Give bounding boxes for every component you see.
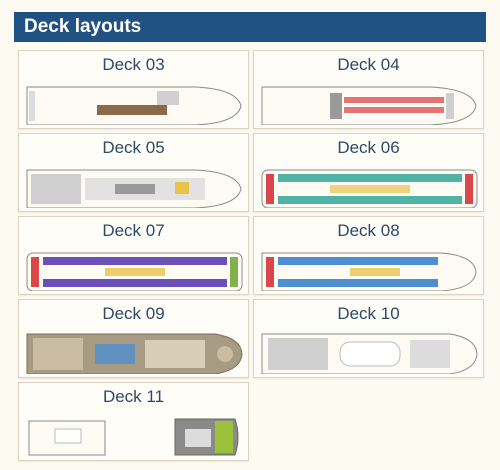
deck-label: Deck 07 xyxy=(102,221,165,240)
deck-10-plan xyxy=(261,333,478,374)
deck-10-card[interactable]: Deck 10 xyxy=(253,299,484,378)
deck-08-card[interactable]: Deck 08 xyxy=(253,216,484,295)
deck-04-plan xyxy=(261,86,477,125)
deck-label: Deck 09 xyxy=(102,304,165,323)
section-header: Deck layouts xyxy=(14,12,486,42)
deck-04-card[interactable]: Deck 04 xyxy=(253,50,484,129)
deck-06-plan xyxy=(261,169,478,208)
deck-label: Deck 11 xyxy=(102,387,165,406)
deck-11-plan xyxy=(28,418,239,456)
deck-label: Deck 04 xyxy=(337,55,400,74)
deck-05-card[interactable]: Deck 05 xyxy=(18,133,249,212)
deck-label: Deck 05 xyxy=(102,138,165,157)
deck-11-card[interactable]: Deck 11 xyxy=(18,382,249,461)
deck-08-plan xyxy=(261,252,477,291)
deck-05-plan xyxy=(26,169,242,208)
deck-label: Deck 08 xyxy=(337,221,400,240)
section-title: Deck layouts xyxy=(24,16,142,37)
deck-label: Deck 03 xyxy=(102,55,165,74)
deck-03-plan xyxy=(26,86,242,125)
deck-07-plan xyxy=(26,252,243,291)
deck-03-card[interactable]: Deck 03 xyxy=(18,50,249,129)
deck-09-plan xyxy=(26,333,243,374)
deck-06-card[interactable]: Deck 06 xyxy=(253,133,484,212)
deck-label: Deck 10 xyxy=(337,304,400,323)
deck-09-card[interactable]: Deck 09 xyxy=(18,299,249,378)
deck-label: Deck 06 xyxy=(337,138,400,157)
deck-07-card[interactable]: Deck 07 xyxy=(18,216,249,295)
